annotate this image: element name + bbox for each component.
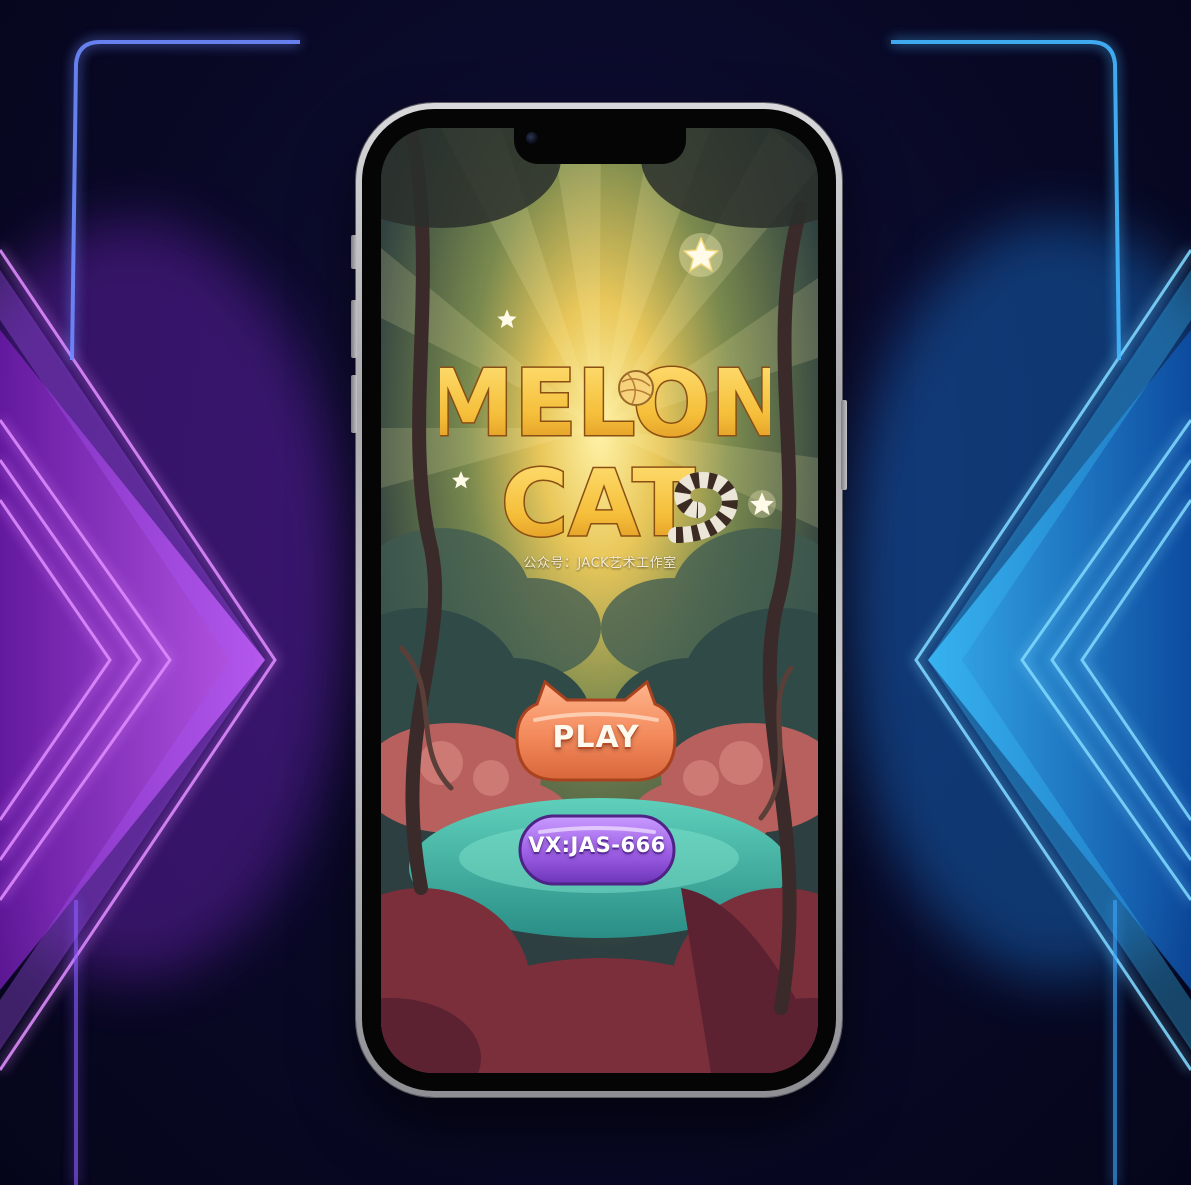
star-icon (497, 309, 517, 329)
star-icon (679, 233, 723, 277)
striped-tail-icon (668, 471, 738, 543)
play-button[interactable]: PLAY (515, 679, 677, 784)
volume-down-button (351, 375, 357, 433)
logo-title-line2: CAT (501, 450, 696, 557)
game-logo: MELON CAT (421, 330, 789, 560)
background-scene: MELON CAT 公众号：JACK艺术工作室 PLAY VX:JAS-666 (0, 0, 1191, 1185)
front-camera (526, 132, 538, 144)
jungle-background (381, 128, 818, 1073)
phone-notch (514, 126, 686, 164)
mute-switch (351, 235, 357, 269)
vx-button-label: VX:JAS-666 (528, 833, 666, 857)
play-button-label: PLAY (552, 720, 640, 755)
subtitle-text: 公众号：JACK艺术工作室 (523, 556, 677, 571)
yarn-ball-icon (618, 370, 654, 406)
volume-up-button (351, 300, 357, 358)
power-button (841, 400, 847, 490)
logo-title-line1: MELON (440, 350, 770, 457)
game-screen (381, 128, 818, 1073)
vx-contact-button[interactable]: VX:JAS-666 (518, 814, 676, 888)
